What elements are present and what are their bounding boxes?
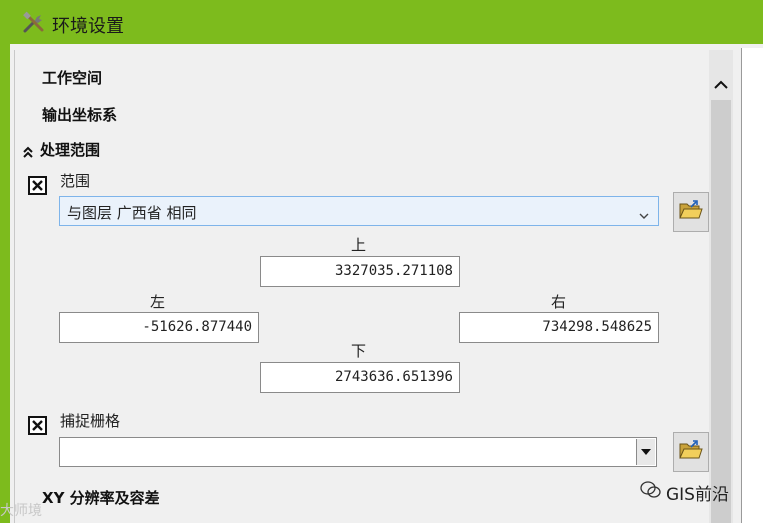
- section-xy-resolution[interactable]: XY 分辨率及容差: [42, 487, 160, 508]
- extent-dropdown[interactable]: 与图层 广西省 相同: [59, 196, 659, 226]
- chevron-down-icon: [638, 206, 650, 219]
- vertical-scrollbar[interactable]: [709, 50, 733, 523]
- watermark-left: 大师境: [0, 503, 42, 519]
- top-label: 上: [351, 236, 367, 254]
- bottom-coordinate-input[interactable]: 2743636.651396: [260, 362, 460, 393]
- right-label: 右: [551, 293, 567, 311]
- open-folder-icon: [679, 440, 703, 464]
- top-coordinate-input[interactable]: 3327035.271108: [260, 256, 460, 287]
- tools-icon: [22, 11, 46, 35]
- watermark-right-text: GIS前沿: [666, 485, 729, 505]
- help-panel: [741, 48, 763, 523]
- left-coordinate-input[interactable]: -51626.877440: [59, 312, 259, 343]
- bottom-label: 下: [351, 342, 367, 360]
- scrollbar-thumb[interactable]: [711, 100, 731, 523]
- extent-clear-icon[interactable]: [28, 176, 47, 195]
- snap-raster-dropdown[interactable]: [59, 437, 657, 467]
- open-folder-icon: [679, 200, 703, 224]
- right-coordinate-input[interactable]: 734298.548625: [459, 312, 659, 343]
- snap-raster-clear-icon[interactable]: [28, 416, 47, 435]
- left-label: 左: [150, 293, 166, 311]
- section-output-coordinates[interactable]: 输出坐标系: [42, 104, 117, 125]
- snap-raster-browse-button[interactable]: [673, 432, 709, 472]
- collapse-chevron-icon: [22, 144, 34, 158]
- section-processing-extent[interactable]: 处理范围: [22, 139, 100, 160]
- watermark-right: GIS前沿: [640, 480, 729, 505]
- extent-browse-button[interactable]: [673, 192, 709, 232]
- snap-raster-label: 捕捉栅格: [60, 412, 121, 430]
- window-title: 环境设置: [52, 16, 124, 37]
- section-processing-extent-label: 处理范围: [40, 141, 101, 159]
- wechat-icon: [640, 481, 662, 504]
- dropdown-arrow-icon[interactable]: [636, 439, 655, 465]
- title-bar: 环境设置: [0, 0, 763, 44]
- extent-dropdown-value: 与图层 广西省 相同: [67, 204, 197, 222]
- section-workspace[interactable]: 工作空间: [42, 67, 102, 88]
- extent-label: 范围: [60, 172, 91, 190]
- scroll-up-icon[interactable]: [709, 70, 733, 100]
